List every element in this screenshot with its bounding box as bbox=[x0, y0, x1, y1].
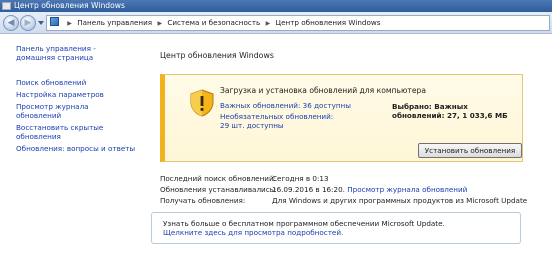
warning-shield-icon bbox=[190, 89, 214, 117]
page-title: Центр обновления Windows bbox=[160, 51, 274, 60]
sidebar-link-view-history[interactable]: Просмотр журнала обновлений bbox=[16, 102, 136, 120]
breadcrumb-separator-icon[interactable]: ▶ bbox=[67, 20, 72, 27]
last-search-value: Сегодня в 0:13 bbox=[272, 174, 329, 183]
installed-value-group: 16.09.2016 в 16:20. Просмотр журнала обн… bbox=[272, 184, 467, 195]
receive-label: Получать обновления: bbox=[160, 196, 246, 205]
installed-value: 16.09.2016 в 16:20. bbox=[272, 185, 345, 194]
sidebar-link-restore-hidden[interactable]: Восстановить скрытые обновления bbox=[16, 123, 136, 141]
sidebar: Панель управления - домашняя страница По… bbox=[16, 44, 136, 156]
back-button[interactable]: ◀ bbox=[3, 15, 19, 31]
window-titlebar: Центр обновления Windows bbox=[0, 0, 552, 12]
breadcrumb-windows-update[interactable]: Центр обновления Windows bbox=[276, 18, 381, 27]
msu-details-link[interactable]: Щелкните здесь для просмотра подробносте… bbox=[163, 228, 509, 237]
info-row-installed: Обновления устанавливались: 16.09.2016 в… bbox=[160, 184, 540, 195]
info-row-last-search: Последний поиск обновлений: Сегодня в 0:… bbox=[160, 173, 540, 184]
view-history-link[interactable]: Просмотр журнала обновлений bbox=[347, 185, 467, 194]
breadcrumb[interactable]: ▶ Панель управления ▶ Система и безопасн… bbox=[46, 15, 550, 31]
forward-button[interactable]: ▶ bbox=[20, 15, 36, 31]
breadcrumb-separator-icon[interactable]: ▶ bbox=[266, 20, 271, 27]
breadcrumb-control-panel[interactable]: Панель управления bbox=[77, 18, 152, 27]
microsoft-update-info-box: Узнать больше о бесплатном программном о… bbox=[151, 212, 521, 244]
info-row-receive: Получать обновления: Для Windows и други… bbox=[160, 195, 540, 206]
important-updates-link[interactable]: Важных обновлений: 36 доступны bbox=[220, 101, 351, 110]
panel-heading: Загрузка и установка обновлений для комп… bbox=[220, 86, 426, 95]
install-updates-button[interactable]: Установить обновления bbox=[418, 143, 522, 158]
msu-info-text: Узнать больше о бесплатном программном о… bbox=[163, 219, 445, 228]
sidebar-link-check-updates[interactable]: Поиск обновлений bbox=[16, 78, 136, 87]
control-panel-icon bbox=[50, 17, 59, 26]
sidebar-link-faq[interactable]: Обновления: вопросы и ответы bbox=[16, 144, 136, 153]
window-title: Центр обновления Windows bbox=[14, 1, 125, 10]
recent-pages-dropdown-icon[interactable] bbox=[38, 21, 44, 25]
breadcrumb-system-security[interactable]: Система и безопасность bbox=[167, 18, 260, 27]
update-status-panel: Загрузка и установка обновлений для комп… bbox=[160, 74, 523, 162]
receive-value: Для Windows и других программных продукт… bbox=[272, 196, 528, 205]
address-bar: ◀ ▶ ▶ Панель управления ▶ Система и безо… bbox=[0, 12, 552, 34]
sidebar-link-control-panel-home[interactable]: Панель управления - домашняя страница bbox=[16, 44, 136, 62]
selected-updates-summary: Выбрано: Важных обновлений: 27, 1 033,6 … bbox=[392, 102, 508, 120]
breadcrumb-separator-icon[interactable]: ▶ bbox=[157, 20, 162, 27]
window-app-icon bbox=[2, 2, 11, 10]
optional-updates-link[interactable]: Необязательных обновлений: 29 шт. доступ… bbox=[220, 112, 340, 130]
sidebar-link-change-settings[interactable]: Настройка параметров bbox=[16, 90, 136, 99]
update-info: Последний поиск обновлений: Сегодня в 0:… bbox=[160, 173, 540, 206]
last-search-label: Последний поиск обновлений: bbox=[160, 174, 277, 183]
installed-label: Обновления устанавливались: bbox=[160, 185, 277, 194]
